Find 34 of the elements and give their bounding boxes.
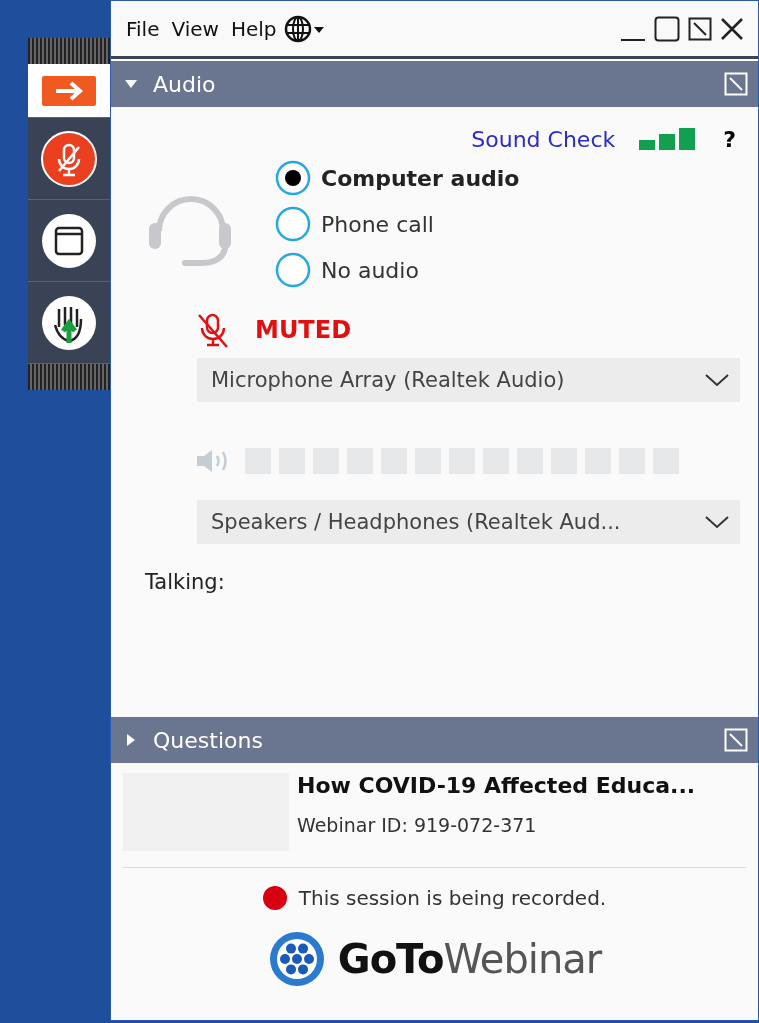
signal-bars-icon bbox=[639, 127, 696, 152]
talking-label: Talking: bbox=[145, 570, 226, 594]
menu-item[interactable]: Help bbox=[225, 12, 282, 45]
hand-icon bbox=[41, 294, 97, 351]
muted-microphone-icon bbox=[41, 130, 97, 187]
drag-handle[interactable] bbox=[28, 364, 110, 390]
panel-title: Questions bbox=[153, 727, 263, 753]
webinar-id: Webinar ID: 919-072-371 bbox=[297, 814, 538, 836]
recording-dot bbox=[262, 886, 287, 910]
globe-icon[interactable] bbox=[283, 13, 326, 44]
chevron-down-icon bbox=[704, 514, 730, 530]
drag-handle[interactable] bbox=[28, 38, 110, 64]
brand-name: GoToWebinar bbox=[337, 936, 602, 982]
sound-check-link[interactable]: Sound Check bbox=[471, 127, 616, 152]
audio-option-radio[interactable]: No audio bbox=[275, 252, 520, 288]
audio-option-radio[interactable]: Computer audio bbox=[275, 160, 520, 196]
close-icon[interactable] bbox=[720, 16, 744, 41]
panel-header[interactable]: Audio bbox=[111, 61, 758, 107]
flower-logo-icon bbox=[267, 930, 326, 988]
muted-status: MUTED bbox=[255, 316, 352, 344]
window-icon bbox=[41, 212, 97, 269]
audio-option-radio[interactable]: Phone call bbox=[275, 206, 520, 242]
recording-notice: This session is being recorded. bbox=[298, 886, 607, 910]
maximize-icon[interactable] bbox=[654, 15, 680, 42]
webinar-title: How COVID-19 Affected Educa... bbox=[297, 773, 696, 798]
menu-item[interactable]: View bbox=[166, 12, 224, 45]
popout-icon[interactable] bbox=[688, 16, 712, 41]
chevron-down-icon bbox=[704, 372, 730, 388]
microphone-dropdown[interactable]: Microphone Array (Realtek Audio) bbox=[197, 358, 740, 402]
panel-title: Audio bbox=[153, 71, 216, 97]
menu-item[interactable]: File bbox=[121, 12, 165, 45]
speaker-dropdown[interactable]: Speakers / Headphones (Realtek Aud... bbox=[197, 500, 740, 544]
panel-header[interactable]: Questions bbox=[111, 717, 758, 763]
help-button[interactable]: ? bbox=[719, 127, 740, 152]
